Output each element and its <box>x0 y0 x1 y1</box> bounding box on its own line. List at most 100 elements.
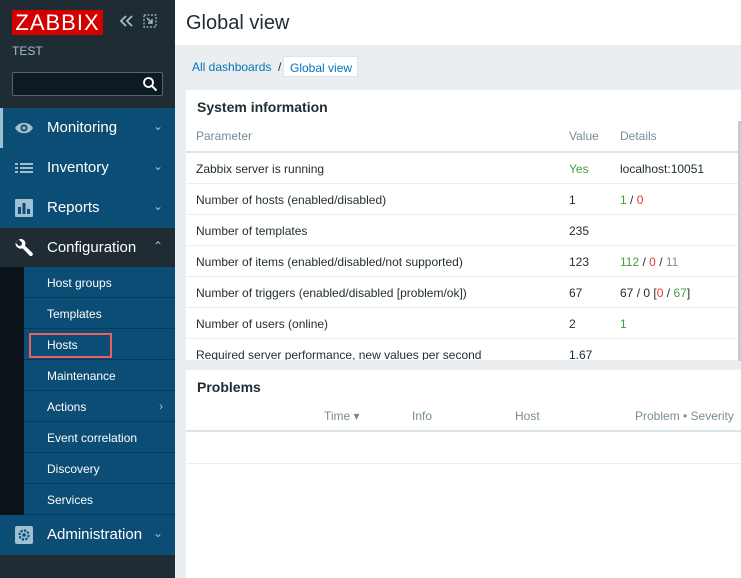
param-cell: Number of triggers (enabled/disabled [pr… <box>196 286 467 300</box>
submenu-label: Event correlation <box>47 431 138 445</box>
search-input[interactable] <box>13 73 162 95</box>
menu-monitoring[interactable]: Monitoring ⌄ <box>0 108 175 148</box>
submenu-event-correlation[interactable]: Event correlation <box>24 422 175 453</box>
table-row: Required server performance, new values … <box>186 339 741 360</box>
breadcrumb-all-dashboards[interactable]: All dashboards <box>192 60 271 74</box>
chevron-down-icon: ⌄ <box>152 119 163 133</box>
enabled-count: 1 <box>620 193 627 207</box>
param-cell: Required server performance, new values … <box>196 348 482 360</box>
enabled-count: 67 <box>620 286 634 300</box>
page-title: Global view <box>186 12 290 34</box>
disabled-count: 0 <box>636 193 644 207</box>
ok-count: 67 <box>673 286 687 300</box>
gear-icon <box>14 526 34 544</box>
slash: / <box>642 255 646 269</box>
column-time[interactable]: Time ▾ <box>324 409 360 423</box>
hide-sidebar-icon[interactable] <box>143 14 157 32</box>
disabled-count: 0 <box>643 286 651 300</box>
table-row: Number of users (online) 2 1 <box>186 308 741 339</box>
table-row: Zabbix server is running Yes localhost:1… <box>186 153 741 184</box>
menu-label: Administration <box>47 526 143 543</box>
menu-reports[interactable]: Reports ⌄ <box>0 188 175 228</box>
submenu-discovery[interactable]: Discovery <box>24 453 175 484</box>
breadcrumb-separator: / <box>278 60 282 74</box>
submenu-templates[interactable]: Templates <box>24 298 175 329</box>
submenu-label: Templates <box>47 307 102 321</box>
param-cell: Zabbix server is running <box>196 162 325 176</box>
chevron-down-icon: ⌄ <box>152 199 163 213</box>
submenu-actions[interactable]: Actions › <box>24 391 175 422</box>
zabbix-logo[interactable]: ZABBIX <box>12 10 103 35</box>
param-cell: Number of items (enabled/disabled/not su… <box>196 255 463 269</box>
submenu-host-groups[interactable]: Host groups <box>24 267 175 298</box>
hosts-highlight <box>29 333 112 358</box>
table-header: Parameter Value Details <box>186 120 741 153</box>
chevron-right-icon: › <box>159 399 163 413</box>
param-cell: Number of hosts (enabled/disabled) <box>196 193 387 207</box>
menu-inventory[interactable]: Inventory ⌄ <box>0 148 175 188</box>
configuration-submenu: Host groups Templates Hosts Maintenance … <box>0 267 175 515</box>
details-cell: 67 / 0 [0 / 67] <box>620 286 691 300</box>
slash: / <box>659 255 663 269</box>
slash: / <box>636 286 641 300</box>
widget-title: Problems <box>197 379 261 395</box>
submenu-label: Services <box>47 493 94 507</box>
menu-administration[interactable]: Administration ⌄ <box>0 515 175 555</box>
table-row: Number of templates 235 <box>186 215 741 246</box>
submenu-label: Discovery <box>47 462 100 476</box>
sidebar: ZABBIX TEST Monitoring ⌄ Inventory ⌄ Rep… <box>0 0 175 578</box>
value-cell: 2 <box>569 317 576 331</box>
details-cell: 1 <box>620 317 627 331</box>
menu-configuration[interactable]: Configuration ⌃ <box>0 228 175 268</box>
details-cell: 1 / 0 <box>620 193 643 207</box>
problem-count: 0 <box>656 286 664 300</box>
not-supported-count: 11 <box>665 255 679 269</box>
list-icon <box>14 159 34 177</box>
column-value: Value <box>569 129 599 143</box>
submenu-label: Host groups <box>47 276 112 290</box>
column-problem-severity[interactable]: Problem • Severity <box>635 409 734 423</box>
menu-label: Reports <box>47 199 100 216</box>
table-row <box>186 432 741 464</box>
sidebar-search[interactable] <box>12 72 163 96</box>
slash: / <box>666 286 671 300</box>
details-cell: localhost:10051 <box>620 162 705 176</box>
eye-icon <box>14 119 34 137</box>
submenu-label: Maintenance <box>47 369 116 383</box>
breadcrumb-current[interactable]: Global view <box>283 56 358 77</box>
system-information-widget: System information Parameter Value Detai… <box>186 90 741 361</box>
chevron-down-icon: ⌄ <box>152 159 163 173</box>
value-cell: 67 <box>569 286 583 300</box>
param-cell: Number of templates <box>196 224 308 238</box>
param-cell: Number of users (online) <box>196 317 329 331</box>
column-parameter: Parameter <box>196 129 253 143</box>
submenu-label: Actions <box>47 400 87 414</box>
table-row: Number of hosts (enabled/disabled) 1 1 /… <box>186 184 741 215</box>
menu-label: Configuration <box>47 239 137 256</box>
widget-title: System information <box>197 99 328 115</box>
value-cell: 1.67 <box>569 348 593 360</box>
search-icon[interactable] <box>142 76 158 97</box>
server-name: TEST <box>12 44 43 58</box>
column-host[interactable]: Host <box>515 409 540 423</box>
value-cell: 235 <box>569 224 590 238</box>
submenu-services[interactable]: Services <box>24 484 175 515</box>
menu-label: Inventory <box>47 159 109 176</box>
wrench-icon <box>14 239 34 257</box>
table-row: Number of triggers (enabled/disabled [pr… <box>186 277 741 308</box>
menu-label: Monitoring <box>47 119 118 136</box>
enabled-count: 112 <box>620 255 640 269</box>
submenu-maintenance[interactable]: Maintenance <box>24 360 175 391</box>
value-cell: 1 <box>569 193 576 207</box>
value-cell: 123 <box>569 255 590 269</box>
chevron-down-icon: ⌄ <box>152 526 163 540</box>
table-row: Number of items (enabled/disabled/not su… <box>186 246 741 277</box>
column-info: Info <box>412 409 433 423</box>
chevron-up-icon: ⌃ <box>152 239 163 253</box>
collapse-sidebar-icon[interactable] <box>118 14 134 32</box>
value-cell: Yes <box>569 162 589 176</box>
bar-chart-icon <box>14 199 34 217</box>
problems-widget: Problems Time ▾ Info Host Problem • Seve… <box>186 370 741 578</box>
disabled-count: 0 <box>649 255 656 269</box>
slash: / <box>630 193 634 207</box>
